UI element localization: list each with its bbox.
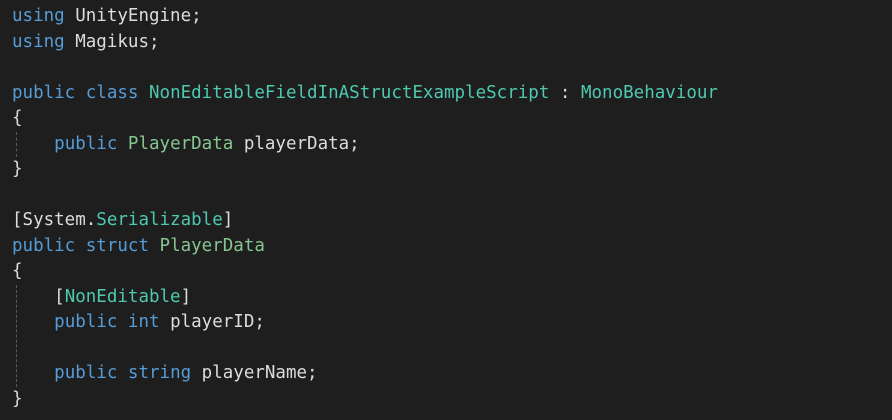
- text-token: [: [12, 286, 65, 307]
- type-token: NonEditable: [64, 286, 181, 307]
- text-token: playerID;: [159, 312, 265, 332]
- keyword-token: public: [54, 363, 118, 383]
- code-line: using UnityEngine;: [12, 4, 202, 30]
- code-line: }: [12, 157, 23, 183]
- code-line: using Magikus;: [12, 30, 160, 56]
- code-line: [NonEditable]: [12, 285, 191, 311]
- code-line: {: [12, 106, 23, 132]
- code-line: }: [12, 387, 23, 413]
- code-line: public string playerName;: [12, 361, 318, 387]
- text-token: ]: [180, 286, 192, 307]
- text-token: UnityEngine;: [64, 6, 202, 26]
- text-token: playerName;: [191, 363, 318, 383]
- keyword-token: public: [54, 312, 118, 332]
- text-token: Magikus;: [64, 31, 160, 52]
- text-token: {: [12, 261, 23, 281]
- text-token: [System.: [12, 210, 97, 230]
- text-token: playerData;: [233, 133, 360, 154]
- keyword-token: using: [12, 31, 65, 52]
- text-token: :: [549, 82, 581, 103]
- keyword-token: struct: [85, 235, 149, 256]
- text-token: }: [12, 388, 23, 409]
- code-line: {: [12, 259, 23, 285]
- keyword-token: string: [127, 363, 192, 383]
- keyword-token: public: [12, 235, 76, 256]
- code-line: public int playerID;: [12, 310, 265, 336]
- type-token: Serializable: [96, 210, 223, 230]
- keyword-token: class: [85, 82, 139, 103]
- type-token: NonEditableFieldInAStructExampleScript: [149, 82, 550, 103]
- code-line: public class NonEditableFieldInAStructEx…: [12, 81, 718, 107]
- keyword-token: public: [54, 133, 118, 154]
- type-token: PlayerData: [159, 235, 265, 256]
- text-token: ]: [222, 210, 234, 230]
- keyword-token: using: [12, 6, 65, 26]
- type-token: PlayerData: [127, 133, 234, 154]
- text-token: {: [12, 108, 23, 128]
- text-token: }: [12, 159, 23, 179]
- keyword-token: public: [12, 82, 76, 103]
- keyword-token: int: [127, 312, 160, 332]
- code-editor[interactable]: using UnityEngine; using Magikus; public c…: [0, 0, 892, 420]
- code-line: public PlayerData playerData;: [12, 132, 360, 158]
- code-line: [System.Serializable]: [12, 208, 233, 234]
- code-line: public struct PlayerData: [12, 234, 265, 260]
- type-token: MonoBehaviour: [580, 82, 718, 103]
